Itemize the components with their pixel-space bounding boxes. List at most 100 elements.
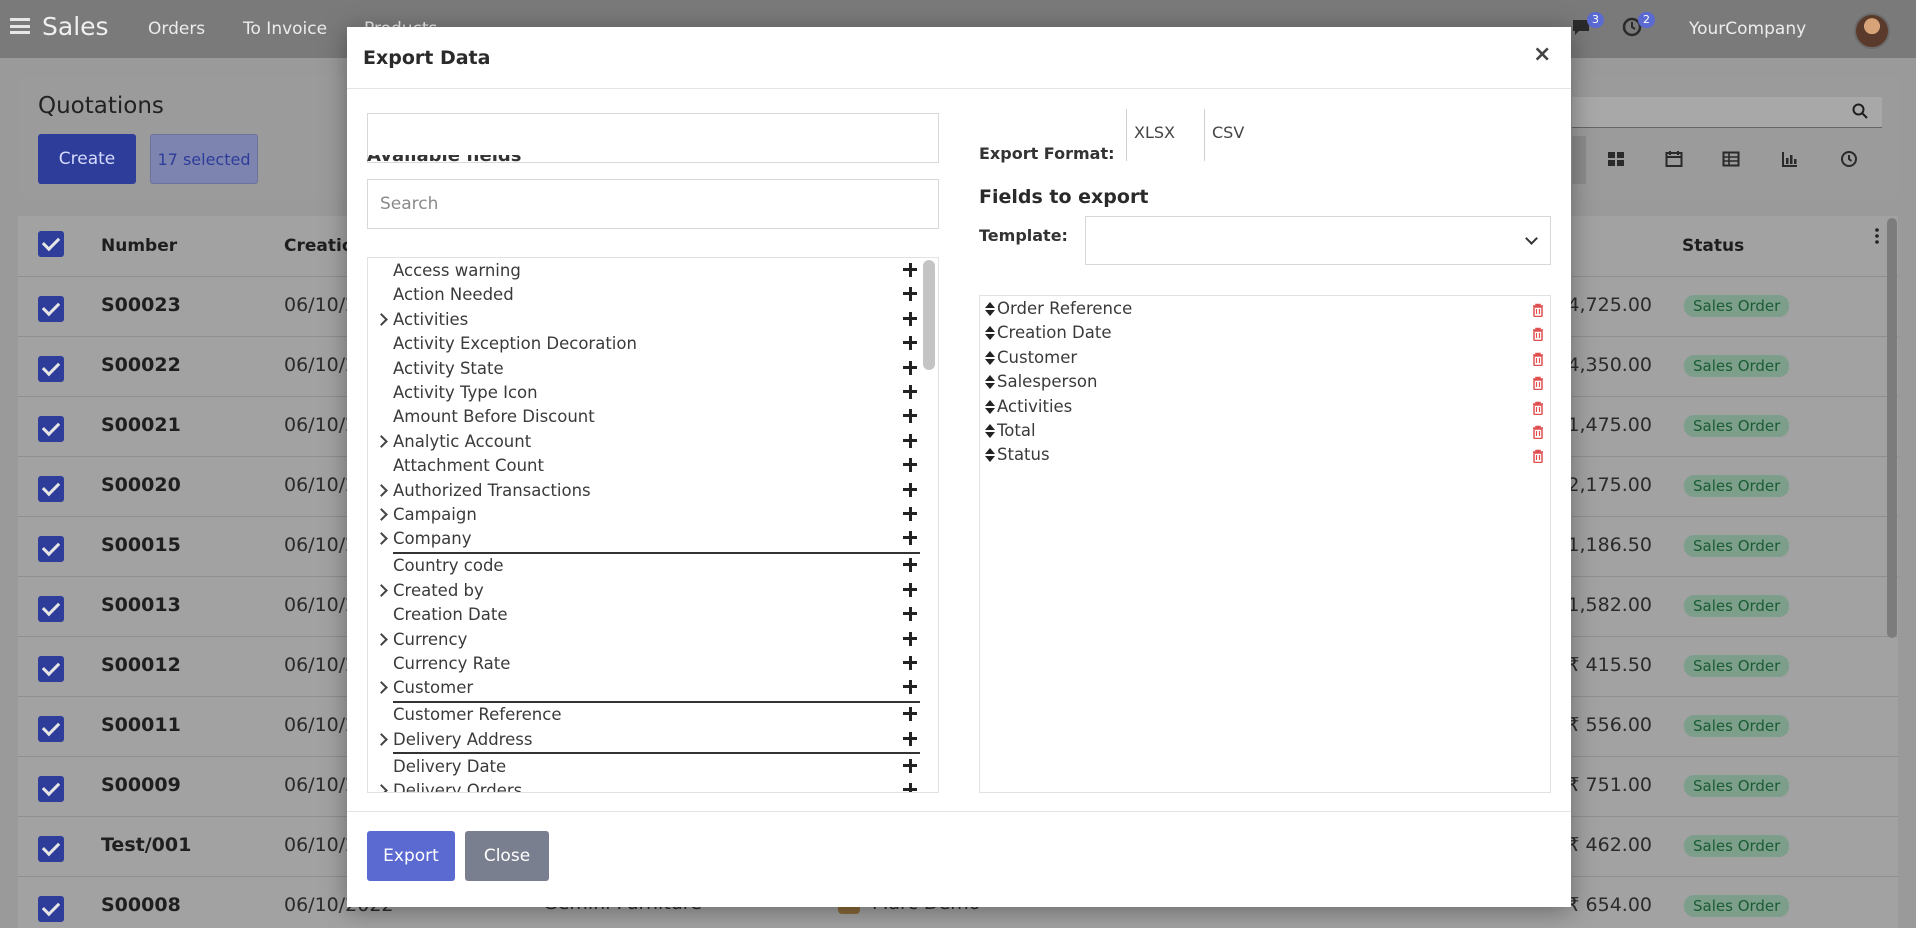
row-checkbox[interactable] — [38, 416, 64, 442]
drag-sort-icon[interactable] — [985, 326, 995, 341]
add-field-icon[interactable] — [903, 360, 917, 375]
available-field-item[interactable]: Customer — [368, 677, 920, 701]
add-field-icon[interactable] — [903, 531, 917, 546]
format-csv-option[interactable]: CSV — [1204, 109, 1244, 161]
app-title[interactable]: Sales — [42, 12, 109, 41]
add-field-icon[interactable] — [903, 607, 917, 622]
add-field-icon[interactable] — [903, 655, 917, 670]
add-field-icon[interactable] — [903, 680, 917, 695]
export-field-item[interactable]: Order Reference — [980, 298, 1550, 322]
export-field-item[interactable]: Customer — [980, 347, 1550, 371]
available-field-item[interactable]: Delivery Date — [368, 756, 920, 780]
available-field-item[interactable]: Currency — [368, 629, 920, 653]
drag-sort-icon[interactable] — [985, 350, 995, 365]
chevron-right-icon[interactable] — [375, 434, 388, 448]
export-field-item[interactable]: Activities — [980, 396, 1550, 420]
activities-clock-icon[interactable]: 2 — [1621, 12, 1655, 38]
add-field-icon[interactable] — [903, 758, 917, 773]
row-checkbox[interactable] — [38, 836, 64, 862]
trash-icon[interactable] — [1532, 326, 1544, 342]
available-field-item[interactable]: Authorized Transactions — [368, 480, 920, 504]
chevron-right-icon[interactable] — [375, 532, 388, 546]
drag-sort-icon[interactable] — [985, 375, 995, 390]
row-checkbox[interactable] — [38, 356, 64, 382]
row-checkbox[interactable] — [38, 596, 64, 622]
add-field-icon[interactable] — [903, 311, 917, 326]
chevron-right-icon[interactable] — [375, 681, 388, 695]
chevron-right-icon[interactable] — [375, 583, 388, 597]
available-field-item[interactable]: Amount Before Discount — [368, 406, 920, 430]
available-field-item[interactable]: Campaign — [368, 504, 920, 528]
export-field-item[interactable]: Salesperson — [980, 371, 1550, 395]
available-field-item[interactable]: Activities — [368, 309, 920, 333]
available-field-item[interactable]: Company — [368, 528, 920, 552]
fields-scrollbar[interactable] — [923, 260, 935, 370]
add-field-icon[interactable] — [903, 558, 917, 573]
available-field-item[interactable]: Delivery Orders — [368, 780, 920, 792]
add-field-icon[interactable] — [903, 458, 917, 473]
available-field-item[interactable]: Activity State — [368, 358, 920, 382]
add-field-icon[interactable] — [903, 482, 917, 497]
drag-sort-icon[interactable] — [985, 302, 995, 316]
export-field-item[interactable]: Status — [980, 444, 1550, 468]
trash-icon[interactable] — [1532, 448, 1544, 464]
list-scrollbar[interactable] — [1887, 218, 1897, 638]
format-xlsx-option[interactable]: XLSX — [1126, 109, 1175, 161]
create-button[interactable]: Create — [38, 134, 136, 184]
optional-columns-icon[interactable] — [1874, 228, 1880, 244]
trash-icon[interactable] — [1532, 302, 1544, 318]
add-field-icon[interactable] — [903, 433, 917, 448]
row-checkbox[interactable] — [38, 476, 64, 502]
add-field-icon[interactable] — [903, 263, 917, 277]
available-field-item[interactable]: Delivery Address — [368, 729, 920, 753]
available-field-item[interactable]: Attachment Count — [368, 455, 920, 479]
add-field-icon[interactable] — [903, 287, 917, 302]
add-field-icon[interactable] — [903, 507, 917, 521]
chevron-right-icon[interactable] — [375, 784, 388, 792]
trash-icon[interactable] — [1532, 424, 1544, 440]
row-checkbox[interactable] — [38, 656, 64, 682]
calendar-view-icon[interactable] — [1665, 150, 1683, 168]
available-field-item[interactable]: Activity Exception Decoration — [368, 333, 920, 357]
chevron-right-icon[interactable] — [375, 508, 388, 521]
activity-view-icon[interactable] — [1840, 150, 1858, 168]
drag-sort-icon[interactable] — [985, 424, 995, 438]
search-icon[interactable] — [1852, 103, 1868, 119]
hamburger-menu-icon[interactable] — [10, 18, 30, 34]
add-field-icon[interactable] — [903, 336, 917, 351]
chevron-right-icon[interactable] — [375, 632, 388, 646]
select-all-checkbox[interactable] — [38, 231, 64, 257]
available-field-item[interactable]: Action Needed — [368, 284, 920, 308]
template-select[interactable] — [1085, 216, 1551, 265]
add-field-icon[interactable] — [903, 707, 917, 722]
export-button[interactable]: Export — [367, 831, 455, 881]
selected-count[interactable]: 17 selected — [150, 134, 258, 184]
add-field-icon[interactable] — [903, 409, 917, 424]
trash-icon[interactable] — [1532, 400, 1544, 415]
add-field-icon[interactable] — [903, 385, 917, 399]
drag-sort-icon[interactable] — [985, 399, 995, 414]
add-field-icon[interactable] — [903, 582, 917, 597]
row-checkbox[interactable] — [38, 896, 64, 922]
row-checkbox[interactable] — [38, 536, 64, 562]
nav-to-invoice[interactable]: To Invoice — [243, 19, 327, 39]
pivot-view-icon[interactable] — [1722, 150, 1740, 168]
available-field-item[interactable]: Country code — [368, 555, 920, 579]
close-button[interactable]: Close — [465, 831, 549, 881]
export-field-item[interactable]: Total — [980, 420, 1550, 444]
available-field-item[interactable]: Access warning — [368, 260, 920, 284]
available-field-item[interactable]: Analytic Account — [368, 431, 920, 455]
chevron-right-icon[interactable] — [375, 483, 388, 497]
nav-orders[interactable]: Orders — [148, 19, 205, 39]
add-field-icon[interactable] — [903, 731, 917, 746]
row-checkbox[interactable] — [38, 716, 64, 742]
company-switcher[interactable]: YourCompany — [1689, 19, 1806, 39]
list-search-input[interactable] — [1572, 97, 1882, 128]
add-field-icon[interactable] — [903, 631, 917, 646]
chevron-right-icon[interactable] — [375, 732, 388, 746]
user-avatar[interactable] — [1854, 13, 1890, 49]
kanban-view-icon[interactable] — [1607, 150, 1625, 168]
available-field-item[interactable]: Activity Type Icon — [368, 382, 920, 406]
drag-sort-icon[interactable] — [985, 448, 995, 463]
messages-icon[interactable]: 3 — [1570, 12, 1604, 38]
